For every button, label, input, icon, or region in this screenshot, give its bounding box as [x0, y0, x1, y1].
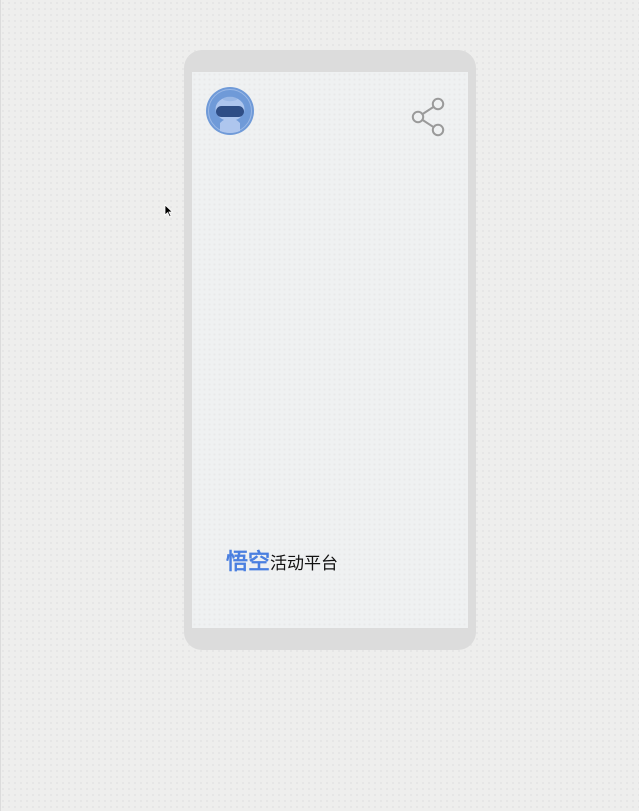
brand-title: 悟空活动平台	[226, 552, 338, 574]
phone-screen: 悟空活动平台	[192, 72, 468, 628]
robot-avatar-icon	[206, 87, 254, 135]
mouse-cursor-icon	[164, 204, 174, 218]
phone-frame: 悟空活动平台	[184, 50, 476, 650]
window-edge	[0, 0, 1, 811]
share-button[interactable]	[408, 96, 448, 138]
brand-name: 悟空	[226, 550, 271, 575]
share-icon	[411, 97, 445, 137]
brand-subtitle: 活动平台	[270, 554, 339, 574]
avatar[interactable]	[206, 87, 254, 135]
